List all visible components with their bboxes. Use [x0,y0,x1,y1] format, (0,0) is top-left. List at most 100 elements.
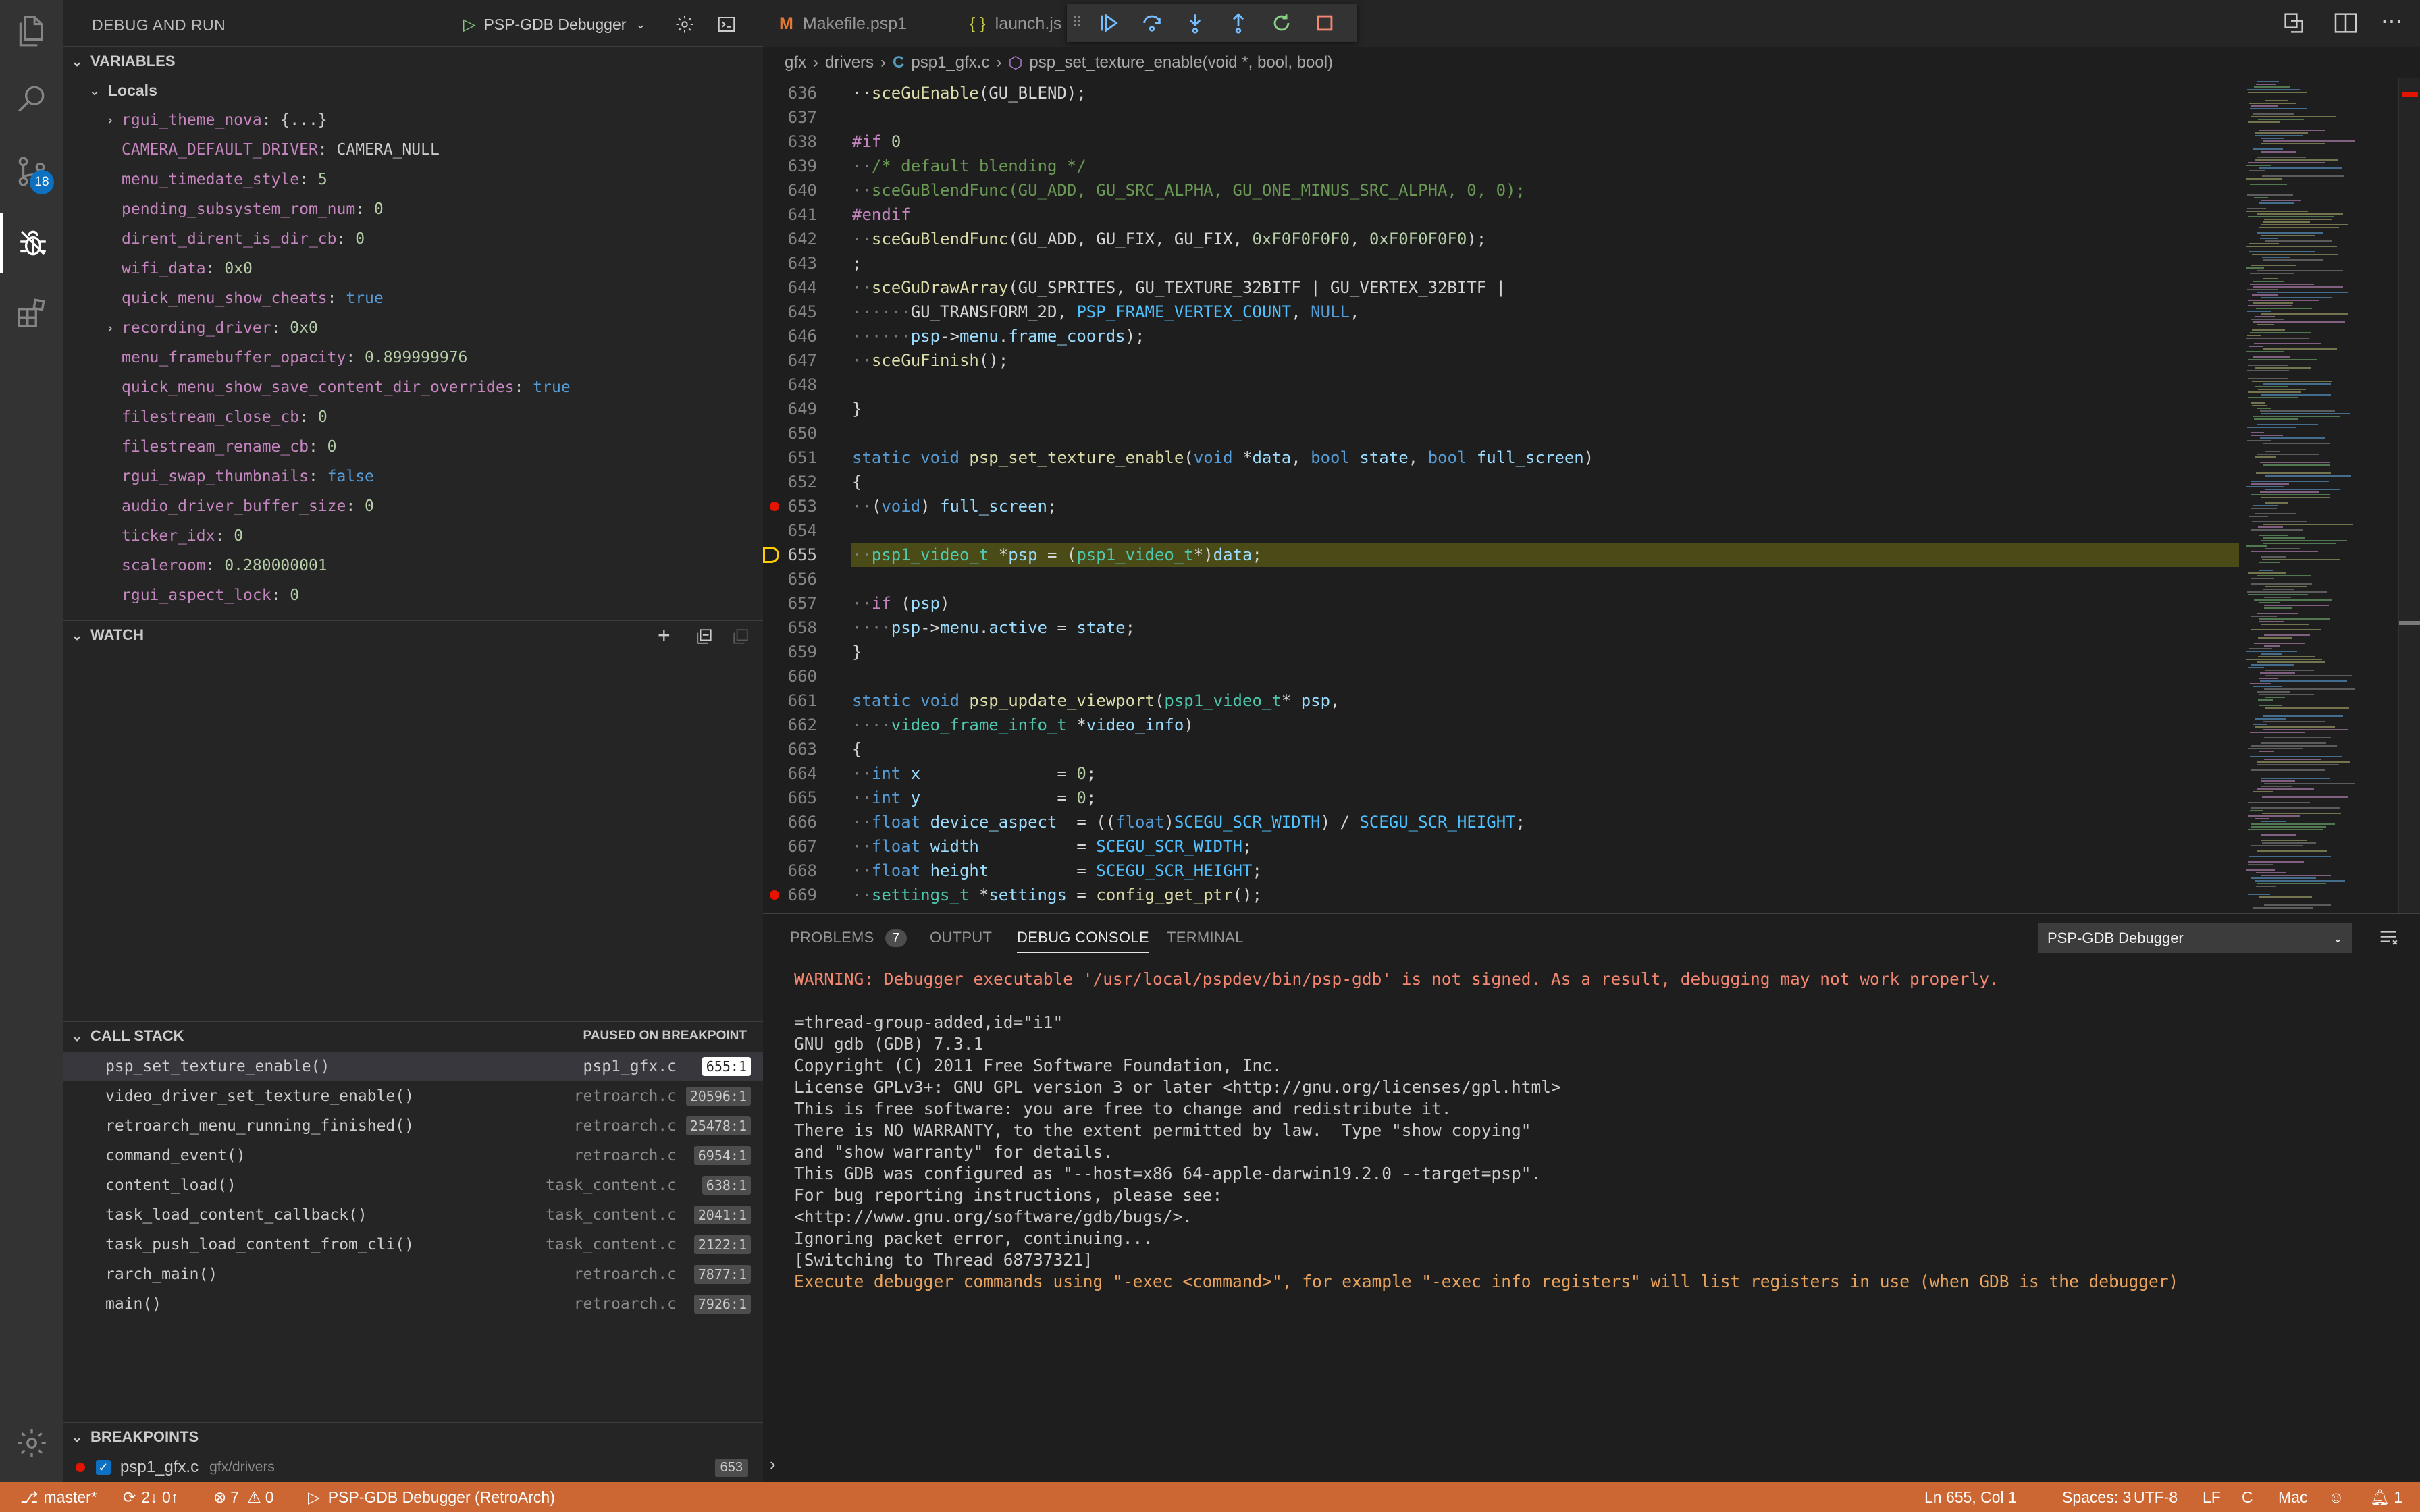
variable-row[interactable]: rgui_swap_thumbnails: false [63,462,763,491]
editor-scrollbar[interactable] [2398,78,2420,913]
breadcrumb-gfx[interactable]: gfx [785,53,806,72]
code-editor[interactable]: 636 ··sceGuEnable(GU_BLEND); 637 638 #if 0 63… [763,78,2420,913]
stack-frame[interactable]: task_push_load_content_from_cli() task_co… [63,1230,763,1260]
tab-terminal[interactable]: TERMINAL [1167,929,1244,946]
more-actions-icon[interactable]: ⋯ [2381,8,2402,34]
code-line[interactable]: 666 ··float device_aspect = ((float)SCEGU… [763,810,2242,834]
variable-row[interactable]: pending_subsystem_rom_num: 0 [63,194,763,224]
code-line[interactable]: 648 [763,373,2242,397]
stack-frame[interactable]: rarch_main() retroarch.c 7877:1 [63,1260,763,1289]
branch-status[interactable]: ⎇ master* [20,1482,97,1512]
explorer-icon[interactable] [0,1,63,61]
start-debugging-icon[interactable]: ▷ [463,15,475,34]
step-over-icon[interactable] [1130,4,1174,42]
variable-row[interactable]: filestream_rename_cb: 0 [63,432,763,462]
step-into-icon[interactable] [1174,4,1217,42]
launch-config-select[interactable]: ▷ PSP-GDB Debugger ⌄ [463,9,646,39]
cursor-position[interactable]: Ln 655, Col 1 [1924,1482,2017,1512]
code-line[interactable]: 641 #endif [763,202,2242,227]
open-launch-json-gear-icon[interactable] [671,11,698,38]
variable-row[interactable]: › recording_driver: 0x0 [63,313,763,343]
code-line[interactable]: 652 { [763,470,2242,494]
code-line[interactable]: 650 [763,421,2242,446]
code-line[interactable]: 653 ··(void) full_screen; [763,494,2242,518]
variable-row[interactable]: rgui_aspect_lock: 0 [63,580,763,610]
tab-debug-console[interactable]: DEBUG CONSOLE [1017,929,1149,953]
remove-all-expressions-icon[interactable] [732,628,749,649]
code-line[interactable]: 668 ··float height = SCEGU_SCR_HEIGHT; [763,859,2242,883]
variable-row[interactable]: dirent_dirent_is_dir_cb: 0 [63,224,763,254]
console-prompt-icon[interactable]: › [770,1454,776,1475]
code-line[interactable]: 669 ··settings_t *settings = config_get_p… [763,883,2242,907]
code-line[interactable]: 659} [763,640,2242,664]
split-editor-icon[interactable] [2332,9,2359,40]
code-line[interactable]: 658 ····psp->menu.active = state; [763,616,2242,640]
search-icon[interactable] [0,70,63,130]
code-line[interactable]: 667 ··float width = SCEGU_SCR_WIDTH; [763,834,2242,859]
code-line[interactable]: 649} [763,397,2242,421]
stack-frame[interactable]: video_driver_set_texture_enable() retroar… [63,1081,763,1111]
code-line[interactable]: 644 ··sceGuDrawArray(GU_SPRITES, GU_TEXTU… [763,275,2242,300]
indentation-status[interactable]: Spaces: 3 [2062,1482,2131,1512]
tab-makefile[interactable]: M Makefile.psp1 [779,0,955,47]
breakpoint-enabled-checkbox[interactable]: ✓ [96,1460,111,1475]
extensions-icon[interactable] [0,284,63,343]
minimap[interactable] [2239,78,2398,913]
variable-row[interactable]: › rgui_theme_nova: {...} [63,105,763,135]
source-control-icon[interactable] [0,142,63,201]
language-status[interactable]: C [2242,1482,2253,1512]
code-line[interactable]: 636 ··sceGuEnable(GU_BLEND); [763,81,2242,105]
debug-icon[interactable] [0,213,63,273]
callstack-section-header[interactable]: ⌄ CALL STACK PAUSED ON BREAKPOINT [63,1021,763,1050]
scroll-thumb[interactable] [2399,621,2420,625]
code-line[interactable]: 638 #if 0 [763,130,2242,154]
variable-row[interactable]: menu_framebuffer_opacity: 0.899999976 [63,343,763,373]
collapse-all-icon[interactable] [695,628,713,649]
code-line[interactable]: 646 ······psp->menu.frame_coords); [763,324,2242,348]
debug-console-icon[interactable] [713,11,740,38]
problems-status[interactable]: ⊗ 7 ⚠ 0 [213,1482,274,1512]
variable-row[interactable]: quick_menu_show_save_content_dir_overrid… [63,373,763,402]
open-changes-icon[interactable] [2281,9,2308,40]
stack-frame[interactable]: retroarch_menu_running_finished() retroar… [63,1111,763,1141]
drag-handle-icon[interactable]: ⠿ [1067,4,1087,42]
step-out-icon[interactable] [1217,4,1260,42]
breadcrumb-file[interactable]: psp1_gfx.c [911,53,989,72]
variable-row[interactable]: scaleroom: 0.280000001 [63,551,763,580]
restart-icon[interactable] [1260,4,1303,42]
variable-row[interactable]: menu_timedate_style: 5 [63,165,763,194]
code-line[interactable]: 640 ··sceGuBlendFunc(GU_ADD, GU_SRC_ALPHA… [763,178,2242,202]
code-line[interactable]: 643; [763,251,2242,275]
tab-problems[interactable]: PROBLEMS 7 [790,929,907,947]
notifications-status[interactable]: 🔔︎ 1 [2370,1482,2402,1512]
stack-frame[interactable]: command_event() retroarch.c 6954:1 [63,1141,763,1170]
add-expression-icon[interactable]: + [658,623,670,648]
code-line[interactable]: 647 ··sceGuFinish(); [763,348,2242,373]
breadcrumb-drivers[interactable]: drivers [825,53,874,72]
stack-frame[interactable]: psp_set_texture_enable() psp1_gfx.c 655:1 [63,1052,763,1081]
locals-scope[interactable]: ⌄ Locals [63,76,763,105]
stack-frame[interactable]: task_load_content_callback() task_content… [63,1200,763,1230]
code-line[interactable]: 637 [763,105,2242,130]
eol-status[interactable]: LF [2203,1482,2221,1512]
code-line[interactable]: 662 ····video_frame_info_t *video_info) [763,713,2242,737]
code-line[interactable]: 665 ··int y = 0; [763,786,2242,810]
watch-section-header[interactable]: ⌄ WATCH + [63,620,763,649]
code-line[interactable]: 660 [763,664,2242,688]
variable-row[interactable]: audio_driver_buffer_size: 0 [63,491,763,521]
code-line[interactable]: 655 ··psp1_video_t *psp = (psp1_video_t*)… [763,543,2242,567]
stop-icon[interactable] [1303,4,1346,42]
stack-frame[interactable]: content_load() task_content.c 638:1 [63,1170,763,1200]
debug-session-select[interactable]: PSP-GDB Debugger ⌄ [2038,923,2352,953]
platform-status[interactable]: Mac [2278,1482,2307,1512]
code-line[interactable]: 654 [763,518,2242,543]
code-line[interactable]: 651 static void psp_set_texture_enable(vo… [763,446,2242,470]
code-line[interactable]: 656 [763,567,2242,591]
breadcrumb-symbol[interactable]: psp_set_texture_enable(void *, bool, boo… [1029,53,1333,72]
code-line[interactable]: 639 ··/* default blending */ [763,154,2242,178]
variable-row[interactable]: filestream_close_cb: 0 [63,402,763,432]
stack-frame[interactable]: main() retroarch.c 7926:1 [63,1289,763,1319]
breakpoint-item[interactable]: ✓ psp1_gfx.c gfx/drivers 653 [63,1453,763,1482]
debug-session-status[interactable]: ▷ PSP-GDB Debugger (RetroArch) [308,1482,555,1512]
settings-gear-icon[interactable] [0,1413,63,1473]
